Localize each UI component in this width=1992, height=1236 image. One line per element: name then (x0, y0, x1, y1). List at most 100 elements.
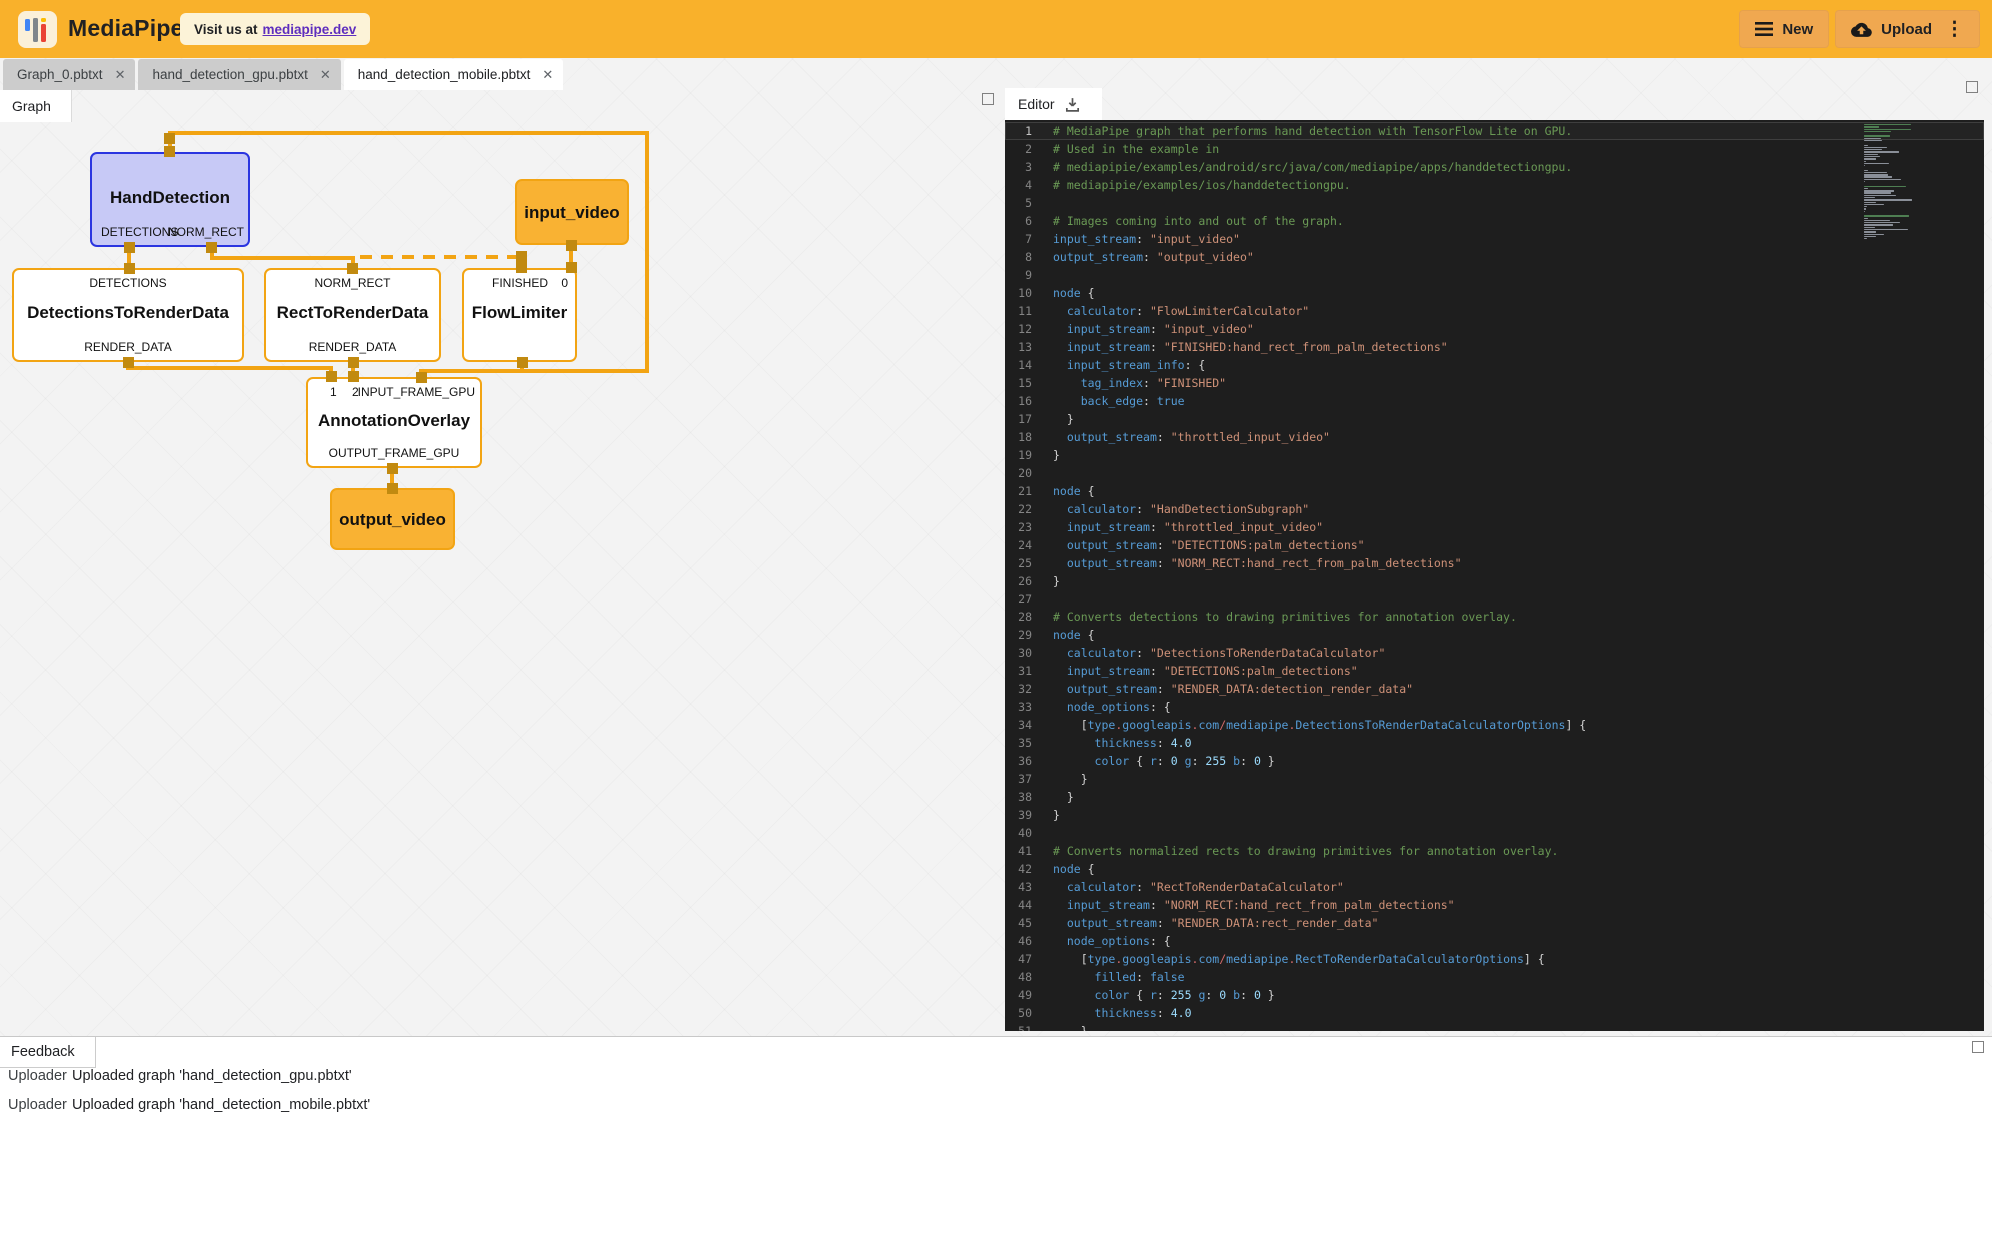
code-line[interactable]: 3# mediapipie/examples/android/src/java/… (1005, 158, 1984, 176)
code-line[interactable]: 18 output_stream: "throttled_input_video… (1005, 428, 1984, 446)
code-line[interactable]: 33 node_options: { (1005, 698, 1984, 716)
code-lines: 1# MediaPipe graph that performs hand de… (1005, 122, 1984, 1031)
line-number: 35 (1005, 734, 1053, 752)
port-label: RENDER_DATA (266, 340, 439, 354)
node-title: AnnotationOverlay (308, 411, 480, 431)
tab-hand-detection-mobile-pbtxt[interactable]: hand_detection_mobile.pbtxt ✕ (344, 59, 564, 90)
code-line[interactable]: 6# Images coming into and out of the gra… (1005, 212, 1984, 230)
code-line[interactable]: 46 node_options: { (1005, 932, 1984, 950)
code-line[interactable]: 11 calculator: "FlowLimiterCalculator" (1005, 302, 1984, 320)
more-options-icon[interactable]: ⋮ (1945, 18, 1964, 41)
code-line[interactable]: 23 input_stream: "throttled_input_video" (1005, 518, 1984, 536)
new-button[interactable]: New (1739, 10, 1829, 48)
close-icon[interactable]: ✕ (320, 68, 331, 81)
minimap-line (1864, 154, 1878, 155)
code-line[interactable]: 2# Used in the example in (1005, 140, 1984, 158)
code-line[interactable]: 48 filled: false (1005, 968, 1984, 986)
graph-node-detectionstorenderdata[interactable]: DETECTIONS DetectionsToRenderData RENDER… (12, 268, 244, 362)
code-line[interactable]: 9 (1005, 266, 1984, 284)
port-label: INPUT_FRAME_GPU (358, 385, 475, 399)
code-line[interactable]: 40 (1005, 824, 1984, 842)
minimap-line (1864, 195, 1896, 196)
code-line[interactable]: 41# Converts normalized rects to drawing… (1005, 842, 1984, 860)
code-line[interactable]: 49 color { r: 255 g: 0 b: 0 } (1005, 986, 1984, 1004)
graph-node-recttorenderdata[interactable]: NORM_RECT RectToRenderData RENDER_DATA (264, 268, 441, 362)
editor-minimap[interactable] (1864, 124, 1922, 240)
code-line[interactable]: 31 input_stream: "DETECTIONS:palm_detect… (1005, 662, 1984, 680)
code-line[interactable]: 13 input_stream: "FINISHED:hand_rect_fro… (1005, 338, 1984, 356)
graph-node-handdetection[interactable]: HandDetection DETECTIONS NORM_RECT (90, 152, 250, 247)
minimap-line (1864, 215, 1909, 216)
minimap-line (1864, 231, 1876, 232)
code-line[interactable]: 26} (1005, 572, 1984, 590)
code-line[interactable]: 27 (1005, 590, 1984, 608)
code-line[interactable]: 4# mediapipie/examples/ios/handdetection… (1005, 176, 1984, 194)
graph-node-input-video[interactable]: input_video (515, 179, 629, 245)
popout-graph-icon[interactable] (982, 93, 994, 105)
code-line[interactable]: 16 back_edge: true (1005, 392, 1984, 410)
code-line[interactable]: 24 output_stream: "DETECTIONS:palm_detec… (1005, 536, 1984, 554)
port-label: RENDER_DATA (14, 340, 242, 354)
popout-editor-icon[interactable] (1966, 81, 1978, 93)
code-line[interactable]: 39} (1005, 806, 1984, 824)
code-line[interactable]: 29node { (1005, 626, 1984, 644)
tab-graph-0-pbtxt[interactable]: Graph_0.pbtxt ✕ (3, 59, 135, 90)
line-number: 37 (1005, 770, 1053, 788)
code-line[interactable]: 36 color { r: 0 g: 255 b: 0 } (1005, 752, 1984, 770)
code-line[interactable]: 15 tag_index: "FINISHED" (1005, 374, 1984, 392)
line-number: 31 (1005, 662, 1053, 680)
code-line[interactable]: 38 } (1005, 788, 1984, 806)
tab-label: hand_detection_mobile.pbtxt (358, 67, 531, 82)
mediapipe-dev-link[interactable]: mediapipe.dev (263, 22, 357, 37)
code-line[interactable]: 30 calculator: "DetectionsToRenderDataCa… (1005, 644, 1984, 662)
code-line[interactable]: 34 [type.googleapis.com/mediapipe.Detect… (1005, 716, 1984, 734)
code-editor[interactable]: 1# MediaPipe graph that performs hand de… (1005, 120, 1984, 1031)
code-line[interactable]: 20 (1005, 464, 1984, 482)
editor-panel-tab[interactable]: Editor (1005, 88, 1102, 120)
code-line[interactable]: 17 } (1005, 410, 1984, 428)
port-label: NORM_RECT (266, 276, 439, 290)
minimap-line (1864, 163, 1889, 164)
graph-edge (645, 131, 649, 373)
feedback-panel-tab[interactable]: Feedback (0, 1037, 96, 1068)
line-number: 40 (1005, 824, 1053, 842)
code-line[interactable]: 42node { (1005, 860, 1984, 878)
line-number: 33 (1005, 698, 1053, 716)
graph-panel-tab[interactable]: Graph (0, 90, 72, 122)
code-line[interactable]: 10node { (1005, 284, 1984, 302)
code-line[interactable]: 44 input_stream: "NORM_RECT:hand_rect_fr… (1005, 896, 1984, 914)
code-line[interactable]: 21node { (1005, 482, 1984, 500)
code-line[interactable]: 47 [type.googleapis.com/mediapipe.RectTo… (1005, 950, 1984, 968)
upload-button[interactable]: Upload ⋮ (1835, 10, 1980, 48)
tab-hand-detection-gpu-pbtxt[interactable]: hand_detection_gpu.pbtxt ✕ (138, 59, 340, 90)
download-icon[interactable] (1064, 96, 1081, 113)
graph-node-output-video[interactable]: output_video (330, 488, 455, 550)
code-line[interactable]: 35 thickness: 4.0 (1005, 734, 1984, 752)
code-line[interactable]: 25 output_stream: "NORM_RECT:hand_rect_f… (1005, 554, 1984, 572)
code-line[interactable]: 8output_stream: "output_video" (1005, 248, 1984, 266)
close-icon[interactable]: ✕ (542, 68, 553, 81)
code-line[interactable]: 32 output_stream: "RENDER_DATA:detection… (1005, 680, 1984, 698)
popout-feedback-icon[interactable] (1972, 1041, 1984, 1053)
code-line[interactable]: 1# MediaPipe graph that performs hand de… (1005, 122, 1984, 140)
code-line[interactable]: 43 calculator: "RectToRenderDataCalculat… (1005, 878, 1984, 896)
code-line[interactable]: 28# Converts detections to drawing primi… (1005, 608, 1984, 626)
minimap-line (1864, 204, 1884, 205)
code-line[interactable]: 5 (1005, 194, 1984, 212)
code-line[interactable]: 45 output_stream: "RENDER_DATA:rect_rend… (1005, 914, 1984, 932)
code-line[interactable]: 14 input_stream_info: { (1005, 356, 1984, 374)
graph-node-flowlimiter[interactable]: FINISHED 0 FlowLimiter (462, 268, 577, 362)
code-line[interactable]: 12 input_stream: "input_video" (1005, 320, 1984, 338)
minimap-line (1864, 190, 1894, 191)
graph-node-annotationoverlay[interactable]: 1 2 INPUT_FRAME_GPU AnnotationOverlay OU… (306, 377, 482, 468)
code-line[interactable]: 22 calculator: "HandDetectionSubgraph" (1005, 500, 1984, 518)
line-number: 25 (1005, 554, 1053, 572)
close-icon[interactable]: ✕ (115, 68, 126, 81)
code-line[interactable]: 19} (1005, 446, 1984, 464)
code-line[interactable]: 50 thickness: 4.0 (1005, 1004, 1984, 1022)
line-number: 41 (1005, 842, 1053, 860)
minimap-line (1864, 199, 1912, 200)
code-line[interactable]: 7input_stream: "input_video" (1005, 230, 1984, 248)
code-line[interactable]: 51 } (1005, 1022, 1984, 1031)
code-line[interactable]: 37 } (1005, 770, 1984, 788)
